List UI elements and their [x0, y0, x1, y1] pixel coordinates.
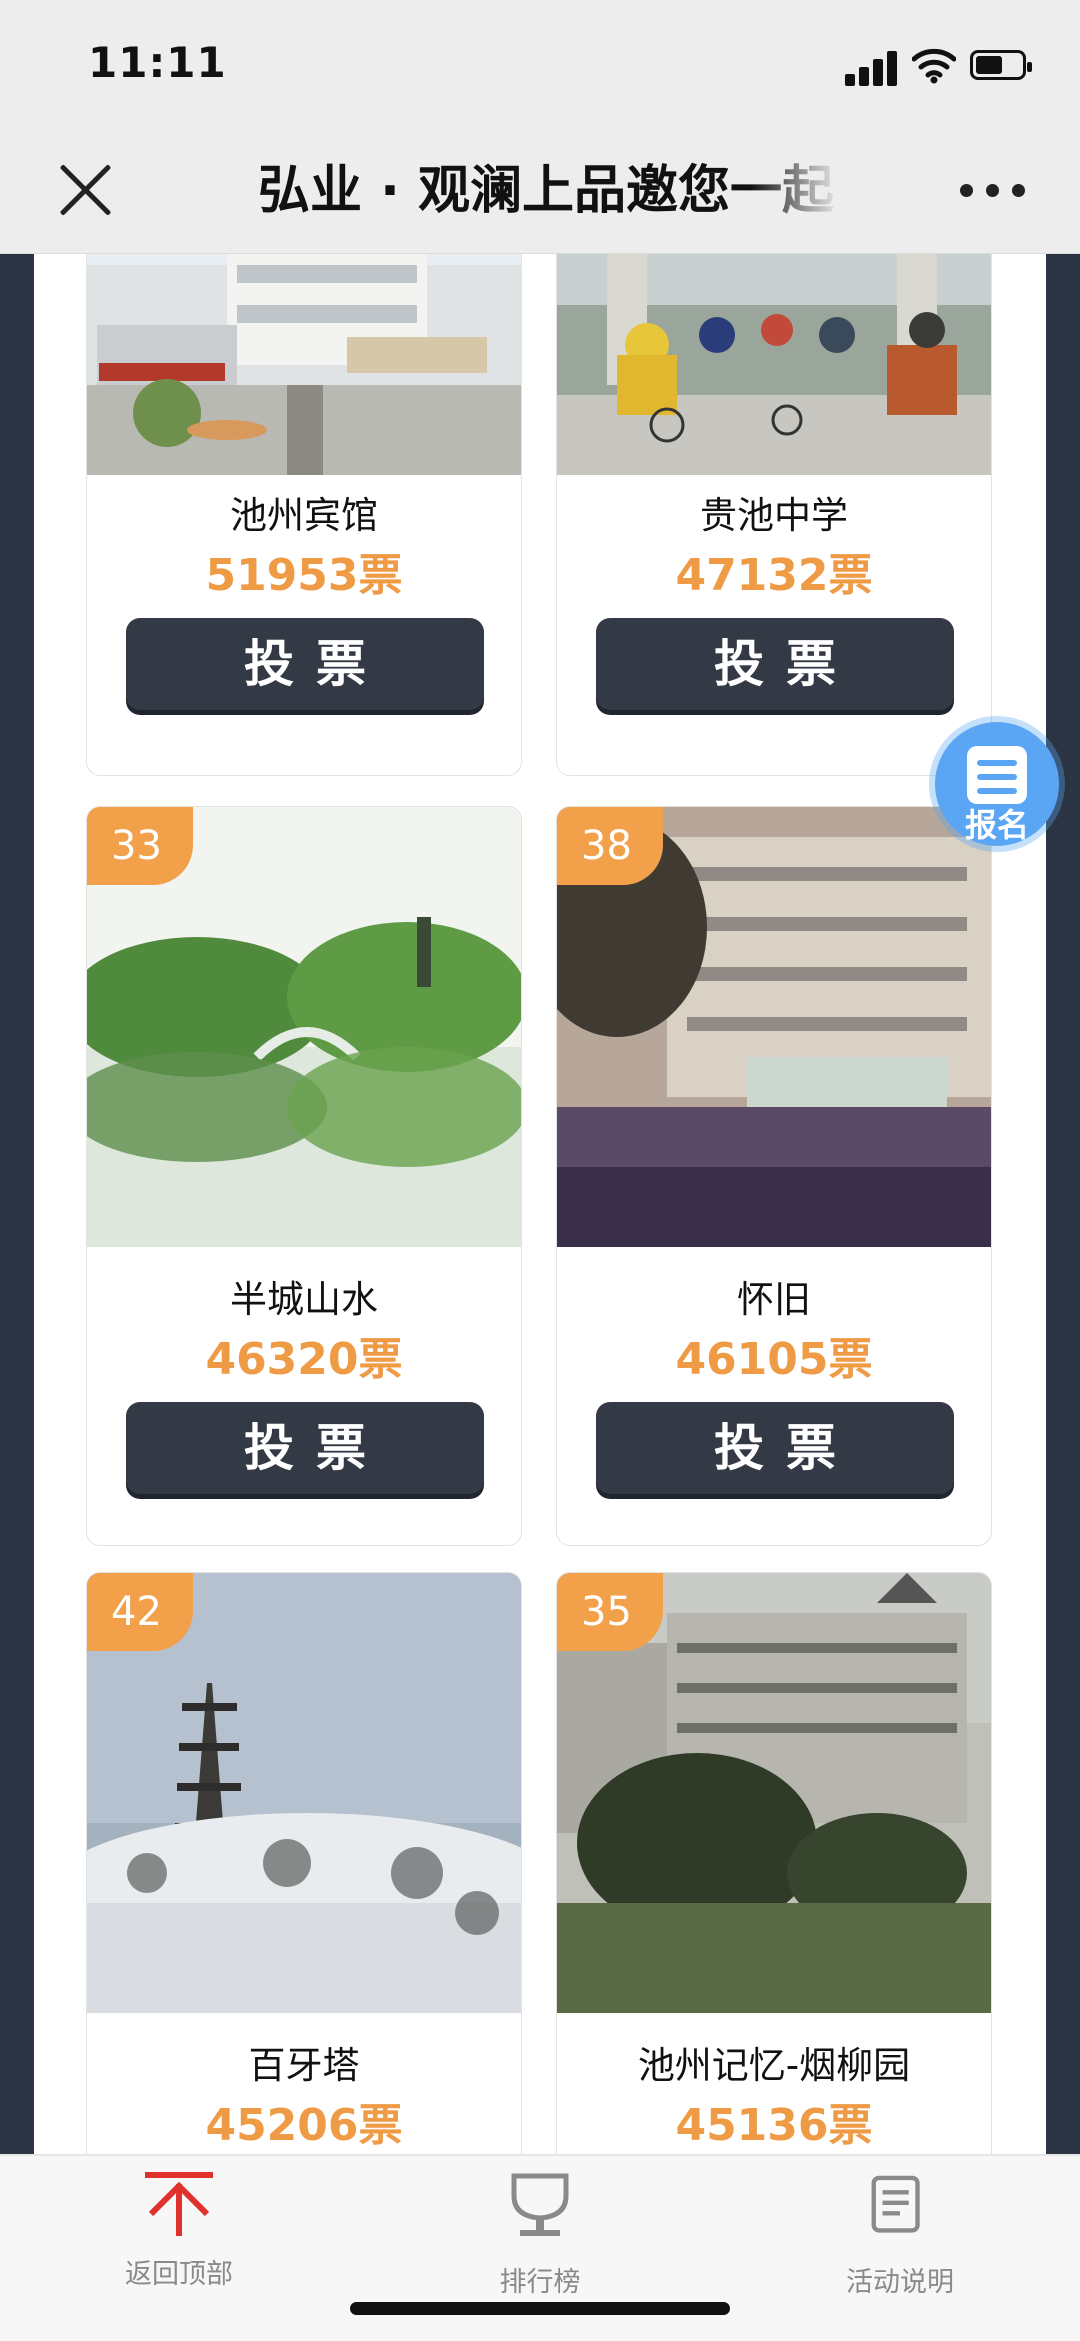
- vote-button[interactable]: 投票: [126, 618, 484, 710]
- status-time: 11:11: [88, 38, 227, 87]
- document-icon: [871, 2175, 920, 2233]
- tab-label: 返回顶部: [125, 2259, 233, 2290]
- home-indicator[interactable]: [350, 2302, 730, 2315]
- card-vote-count: 45206票: [205, 2100, 403, 2151]
- card-vote-count: 46320票: [205, 1334, 403, 1385]
- signup-button[interactable]: 报名: [935, 722, 1059, 846]
- vote-button[interactable]: 投票: [126, 1402, 484, 1494]
- card-vote-count: 45136票: [675, 2100, 873, 2151]
- vote-button[interactable]: 投票: [596, 1402, 954, 1494]
- rank-badge: 42: [87, 1573, 193, 1651]
- card-name: 池州记忆-烟柳园: [637, 2044, 911, 2087]
- tab-activity-info[interactable]: 活动说明: [800, 2156, 1000, 2298]
- battery-icon: [970, 50, 1032, 80]
- vote-card: 池州宾馆 51953票 投票: [86, 254, 522, 776]
- arrow-up-to-top-icon: [145, 2172, 213, 2236]
- card-vote-count: 47132票: [675, 550, 873, 601]
- vote-card: 贵池中学 47132票 投票: [556, 254, 992, 776]
- card-name: 贵池中学: [700, 494, 848, 537]
- trophy-icon: [511, 2173, 569, 2236]
- card-vote-count: 51953票: [205, 550, 403, 601]
- card-photo: [87, 254, 521, 475]
- signup-label: 报名: [964, 806, 1029, 844]
- page-title: 弘业 · 观澜上品邀您一起: [258, 156, 840, 226]
- tab-label: 活动说明: [846, 2267, 954, 2298]
- vote-button[interactable]: 投票: [596, 618, 954, 710]
- vote-card: 38 怀旧 46105票 投票: [556, 806, 992, 1546]
- card-name: 怀旧: [737, 1278, 811, 1321]
- more-options-icon[interactable]: [960, 182, 1026, 198]
- nav-bar: 弘业 · 观澜上品邀您一起: [0, 130, 1080, 254]
- rank-badge: 38: [557, 807, 663, 885]
- close-icon[interactable]: [56, 160, 116, 220]
- tab-label: 排行榜: [499, 2267, 581, 2298]
- vote-card: 35 池州记忆-烟柳园 45136票: [556, 1572, 992, 2154]
- wifi-icon: [912, 48, 956, 84]
- card-photo: [557, 254, 991, 475]
- card-vote-count: 46105票: [675, 1334, 873, 1385]
- rank-badge: 35: [557, 1573, 663, 1651]
- vote-card: 42 百牙塔 45206票: [86, 1572, 522, 2154]
- vote-list-page: 池州宾馆 51953票 投票 贵池中学 47132票 投票 33 半城山水 46…: [0, 254, 1080, 2154]
- vote-grid: 池州宾馆 51953票 投票 贵池中学 47132票 投票 33 半城山水 46…: [34, 254, 1046, 2154]
- rank-badge: 33: [87, 807, 193, 885]
- card-name: 半城山水: [230, 1278, 378, 1321]
- cellular-signal-icon: [845, 50, 897, 86]
- vote-card: 33 半城山水 46320票 投票: [86, 806, 522, 1546]
- form-icon: [967, 746, 1027, 804]
- card-name: 池州宾馆: [230, 494, 378, 537]
- tab-back-to-top[interactable]: 返回顶部: [79, 2156, 279, 2296]
- card-name: 百牙塔: [248, 2044, 360, 2087]
- status-bar: 11:11: [0, 0, 1080, 130]
- tab-leaderboard[interactable]: 排行榜: [440, 2156, 640, 2298]
